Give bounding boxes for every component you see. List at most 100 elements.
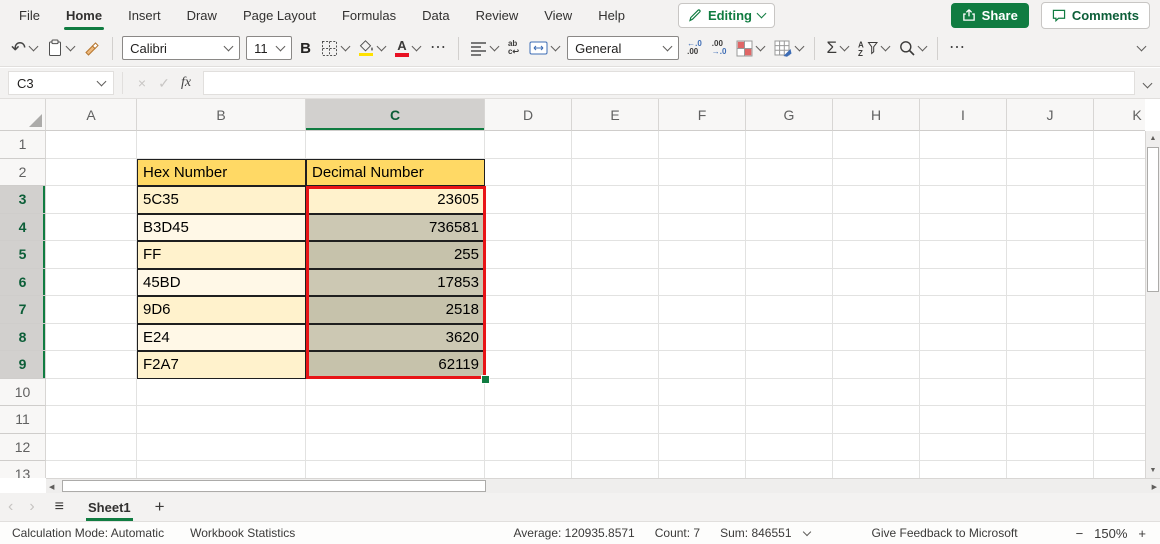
cell-C6[interactable]: 17853 — [306, 268, 485, 296]
cell-H10[interactable] — [833, 378, 920, 406]
cell-D3[interactable] — [485, 186, 572, 214]
menu-tab-insert[interactable]: Insert — [115, 0, 174, 30]
cell-A6[interactable] — [46, 268, 137, 296]
cell-B6[interactable]: 45BD — [137, 268, 306, 296]
cell-I4[interactable] — [920, 213, 1007, 241]
row-header-4[interactable]: 4 — [0, 213, 46, 241]
cell-F10[interactable] — [659, 378, 746, 406]
enter-button[interactable]: ✓ — [153, 75, 175, 92]
cell-D11[interactable] — [485, 406, 572, 434]
column-header-A[interactable]: A — [46, 99, 137, 131]
cell-D2[interactable] — [485, 158, 572, 186]
autosum-button[interactable]: Σ — [821, 34, 853, 62]
cell-D4[interactable] — [485, 213, 572, 241]
feedback-link[interactable]: Give Feedback to Microsoft — [872, 526, 1018, 540]
cell-J9[interactable] — [1007, 351, 1094, 379]
cell-K12[interactable] — [1094, 434, 1145, 461]
cell-B2[interactable]: Hex Number — [137, 158, 306, 186]
increase-decimal-button[interactable]: .00 →.0 — [707, 34, 732, 62]
cell-E10[interactable] — [572, 378, 659, 406]
cell-D13[interactable] — [485, 461, 572, 478]
workbook-statistics[interactable]: Workbook Statistics — [190, 526, 295, 540]
cell-G5[interactable] — [746, 241, 833, 269]
formula-input[interactable] — [203, 71, 1135, 95]
vertical-scrollbar-thumb[interactable] — [1147, 147, 1159, 292]
cell-G2[interactable] — [746, 158, 833, 186]
cell-H13[interactable] — [833, 461, 920, 478]
cell-A8[interactable] — [46, 323, 137, 351]
cell-F11[interactable] — [659, 406, 746, 434]
cell-C8[interactable]: 3620 — [306, 323, 485, 351]
cell-C4[interactable]: 736581 — [306, 213, 485, 241]
cell-B11[interactable] — [137, 406, 306, 434]
cell-G12[interactable] — [746, 433, 833, 461]
row-header-7[interactable]: 7 — [0, 296, 46, 324]
prev-sheet-button[interactable]: ‹ — [0, 499, 21, 515]
row-header-13[interactable]: 13 — [0, 461, 46, 478]
column-header-F[interactable]: F — [659, 99, 746, 131]
cell-I6[interactable] — [920, 268, 1007, 296]
cell-G13[interactable] — [746, 461, 833, 478]
merge-cells-button[interactable] — [524, 34, 564, 62]
cell-D1[interactable] — [485, 131, 572, 159]
menu-tab-view[interactable]: View — [531, 0, 585, 30]
fill-color-button[interactable] — [354, 34, 390, 62]
cell-H12[interactable] — [833, 433, 920, 461]
cell-A10[interactable] — [46, 378, 137, 406]
horizontal-scrollbar[interactable]: ◀ ▶ — [46, 478, 1160, 493]
scroll-left-icon[interactable]: ◀ — [49, 483, 54, 491]
cell-H9[interactable] — [833, 351, 920, 379]
cell-J13[interactable] — [1007, 461, 1094, 478]
insert-function-button[interactable]: fx — [181, 75, 191, 91]
column-header-J[interactable]: J — [1007, 99, 1094, 131]
paste-button[interactable] — [42, 34, 79, 62]
font-name-select[interactable]: Calibri — [122, 36, 241, 60]
calculation-mode[interactable]: Calculation Mode: Automatic — [12, 526, 164, 540]
scroll-up-icon[interactable]: ▲ — [1146, 135, 1160, 142]
cell-J3[interactable] — [1007, 186, 1094, 214]
cell-D7[interactable] — [485, 296, 572, 324]
cell-J5[interactable] — [1007, 241, 1094, 269]
zoom-out-button[interactable]: − — [1076, 526, 1084, 541]
cell-H8[interactable] — [833, 323, 920, 351]
cell-J8[interactable] — [1007, 323, 1094, 351]
cell-E11[interactable] — [572, 406, 659, 434]
wrap-text-button[interactable]: ab c↩ — [503, 34, 524, 62]
cell-B5[interactable]: FF — [137, 241, 306, 269]
align-button[interactable] — [465, 34, 503, 62]
decrease-decimal-button[interactable]: ←.0.00 — [682, 34, 707, 62]
cell-H7[interactable] — [833, 296, 920, 324]
more-ribbon-options-button[interactable]: ⋯ — [944, 34, 971, 62]
cell-I7[interactable] — [920, 296, 1007, 324]
cell-H1[interactable] — [833, 131, 920, 159]
cell-F5[interactable] — [659, 241, 746, 269]
conditional-formatting-button[interactable] — [731, 34, 769, 62]
cell-A4[interactable] — [46, 213, 137, 241]
cell-I13[interactable] — [920, 461, 1007, 478]
horizontal-scrollbar-thumb[interactable] — [62, 480, 486, 492]
cell-J10[interactable] — [1007, 378, 1094, 406]
cell-C5[interactable]: 255 — [306, 241, 485, 269]
cell-K13[interactable] — [1094, 461, 1145, 478]
cell-B9[interactable]: F2A7 — [137, 351, 306, 379]
expand-formula-bar-button[interactable] — [1142, 78, 1153, 88]
cell-F8[interactable] — [659, 323, 746, 351]
cell-K1[interactable] — [1094, 131, 1145, 159]
cell-C9[interactable]: 62119 — [306, 351, 485, 379]
cell-K2[interactable] — [1094, 159, 1145, 186]
cell-K5[interactable] — [1094, 241, 1145, 269]
name-box[interactable]: C3 — [8, 71, 114, 95]
cell-I9[interactable] — [920, 351, 1007, 379]
fill-handle[interactable] — [481, 374, 490, 384]
number-format-select[interactable]: General — [567, 36, 680, 60]
column-header-K[interactable]: K — [1094, 99, 1145, 131]
cell-G1[interactable] — [746, 131, 833, 159]
cell-B13[interactable] — [137, 461, 306, 478]
cell-G10[interactable] — [746, 378, 833, 406]
format-as-table-button[interactable] — [769, 34, 808, 62]
cell-K11[interactable] — [1094, 406, 1145, 434]
cell-J4[interactable] — [1007, 213, 1094, 241]
cell-A9[interactable] — [46, 351, 137, 379]
row-header-12[interactable]: 12 — [0, 433, 46, 461]
cell-B7[interactable]: 9D6 — [137, 296, 306, 324]
